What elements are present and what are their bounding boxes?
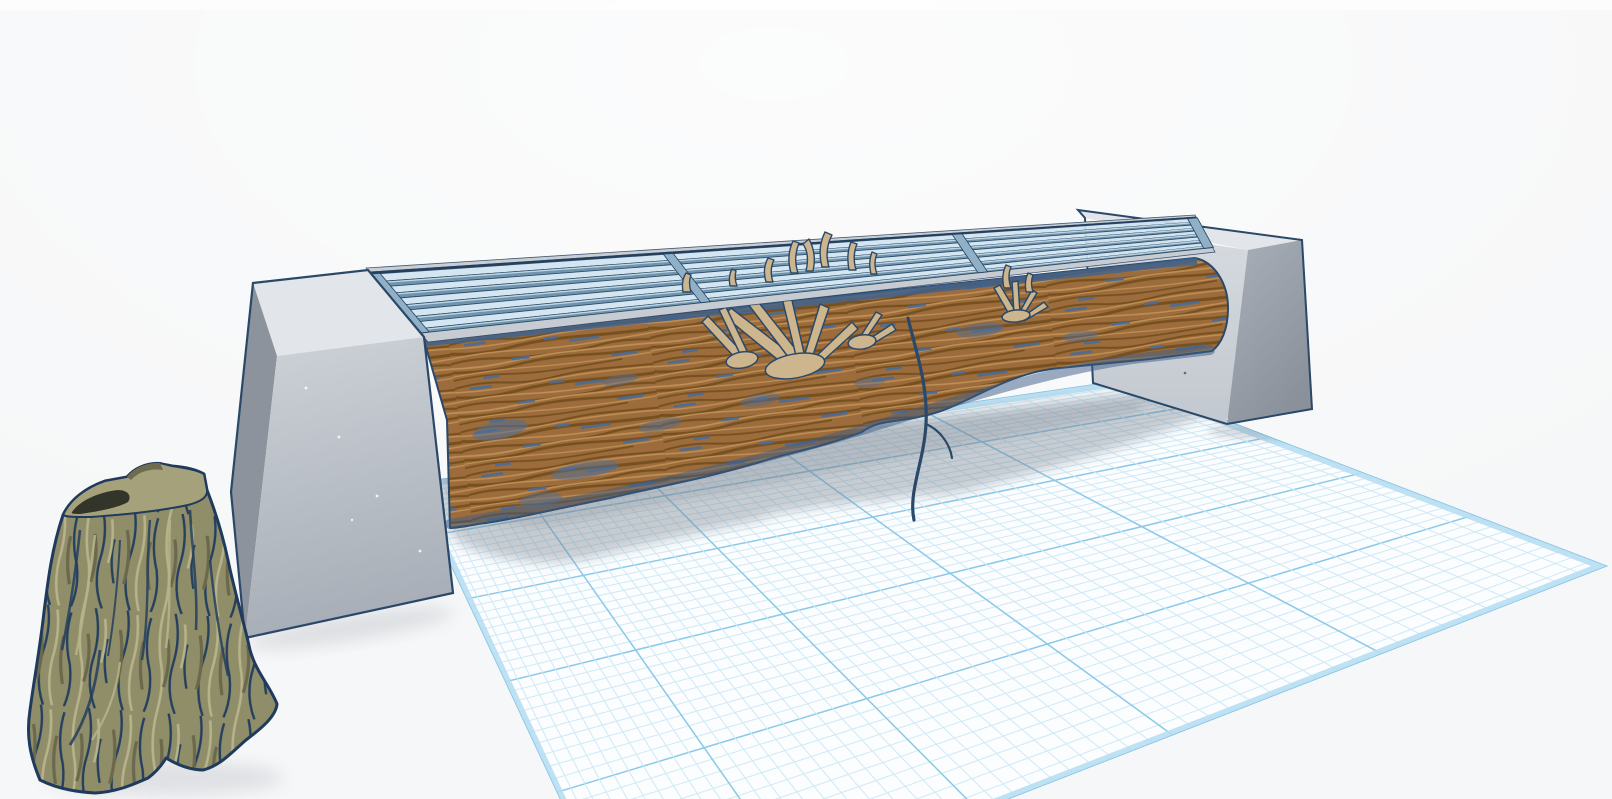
branch-stub	[1024, 272, 1034, 293]
branch-finger	[1011, 280, 1021, 315]
branch-stub	[728, 268, 738, 287]
left-support-front-face	[245, 337, 453, 638]
viewport-canvas[interactable]	[0, 0, 1612, 799]
right-support-speck	[1183, 371, 1187, 375]
3d-viewport[interactable]	[0, 0, 1612, 799]
